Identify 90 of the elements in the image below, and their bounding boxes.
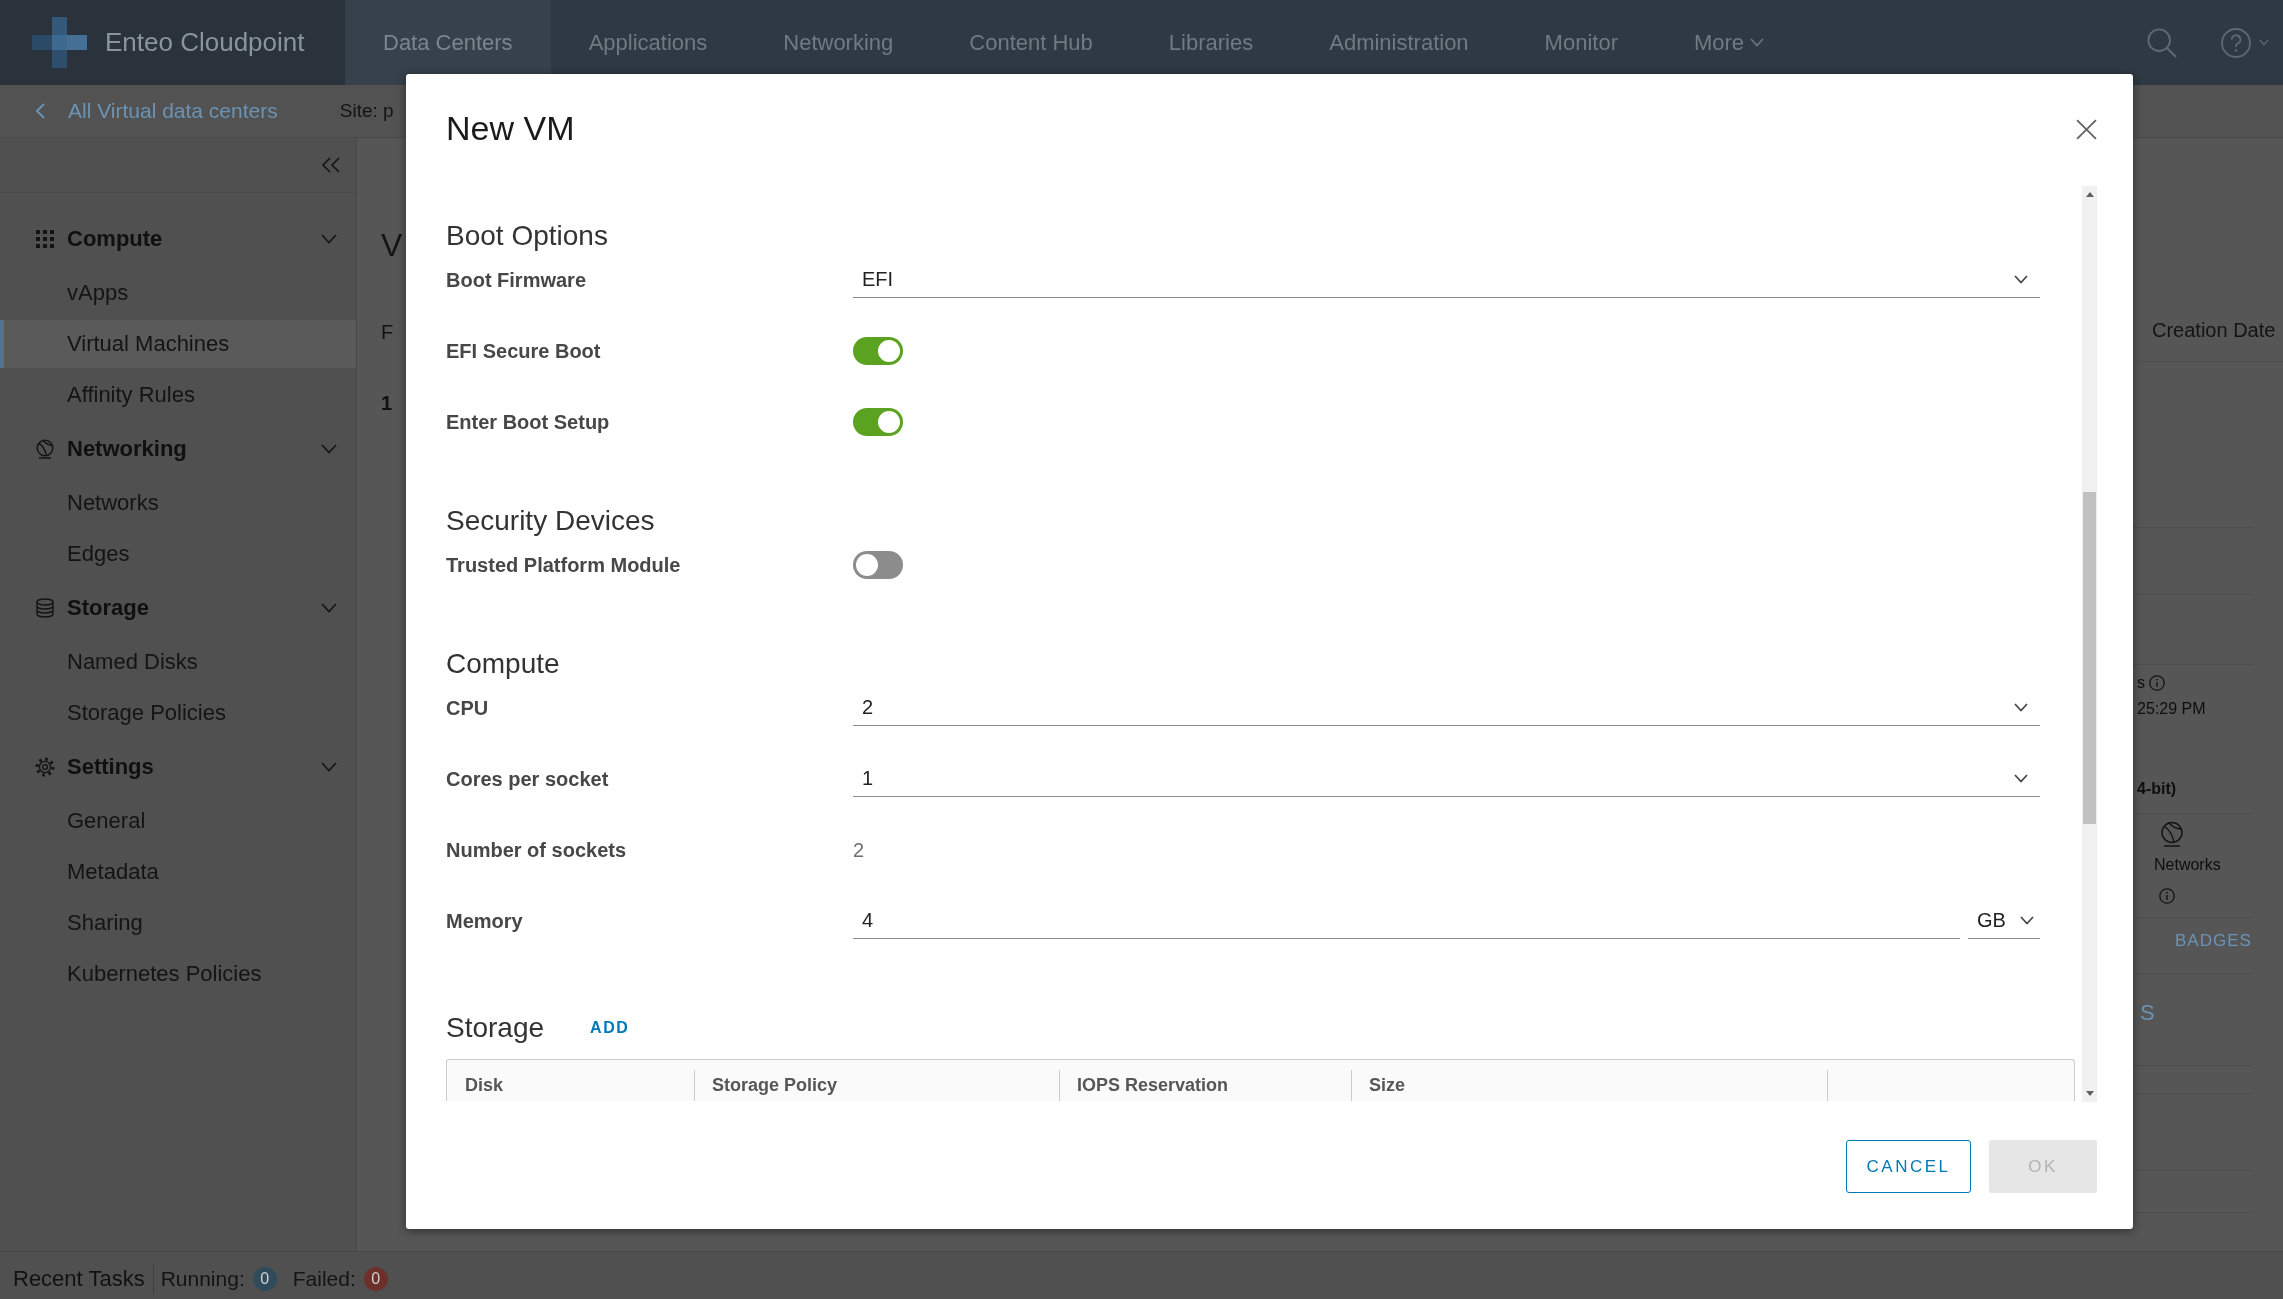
tab-label: S bbox=[2140, 1000, 2155, 1026]
chevron-down-icon bbox=[2014, 275, 2028, 284]
brand-name: Enteo Cloudpoint bbox=[105, 27, 305, 58]
chevron-down-icon bbox=[2259, 39, 2269, 46]
timestamp: 25:29 PM bbox=[2137, 699, 2206, 718]
recent-tasks-label[interactable]: Recent Tasks bbox=[13, 1265, 153, 1292]
scrollbar-thumb[interactable] bbox=[2083, 492, 2096, 824]
section-heading: Compute bbox=[446, 647, 561, 681]
chevron-down-icon bbox=[1750, 38, 1765, 47]
dialog-title: New VM bbox=[446, 108, 575, 148]
field-label: Enter Boot Setup bbox=[446, 410, 610, 434]
collapse-icon[interactable] bbox=[321, 157, 341, 173]
sidebar-item[interactable]: Sharing bbox=[0, 899, 356, 947]
search-icon[interactable] bbox=[2147, 27, 2177, 58]
field-label: Cores per socket bbox=[446, 767, 609, 791]
dropdown-field[interactable]: 2 bbox=[853, 690, 2040, 726]
field-label: EFI Secure Boot bbox=[446, 339, 601, 363]
section-heading: Storage bbox=[446, 1011, 545, 1045]
globe-icon bbox=[2159, 821, 2185, 847]
field-label: CPU bbox=[446, 696, 489, 720]
database-icon bbox=[35, 598, 55, 618]
sidebar-item[interactable]: Edges bbox=[0, 530, 356, 578]
scroll-up-icon[interactable] bbox=[2085, 192, 2094, 197]
nav-tab[interactable]: More bbox=[1655, 0, 1803, 85]
count-badge: 0 bbox=[363, 1266, 388, 1291]
chevron-down-icon bbox=[2014, 703, 2028, 712]
sidebar-group-title[interactable]: Settings bbox=[67, 754, 154, 780]
toggle-switch[interactable] bbox=[853, 408, 903, 436]
detail-label: s bbox=[2137, 673, 2145, 692]
count-badge: 0 bbox=[252, 1266, 277, 1291]
unit-dropdown[interactable]: GB bbox=[1968, 903, 2040, 939]
counter-label: Failed: bbox=[292, 1266, 356, 1291]
sidebar-item[interactable]: Virtual Machines bbox=[0, 320, 356, 368]
grid-icon bbox=[35, 229, 55, 249]
sidebar-group-title[interactable]: Networking bbox=[67, 436, 187, 462]
chevron-down-icon bbox=[2020, 916, 2034, 925]
count-text: 1 bbox=[381, 391, 393, 415]
badges-link[interactable]: BADGES bbox=[2175, 931, 2252, 951]
text: F bbox=[381, 320, 394, 344]
page-title: V bbox=[381, 226, 403, 265]
chevron-icon[interactable] bbox=[321, 444, 337, 454]
sidebar-item[interactable]: Affinity Rules bbox=[0, 371, 356, 419]
breadcrumb-link[interactable]: All Virtual data centers bbox=[68, 99, 278, 123]
field-label: Trusted Platform Module bbox=[446, 553, 681, 577]
dialog-button[interactable]: CANCEL bbox=[1846, 1140, 1971, 1193]
scroll-down-icon[interactable] bbox=[2085, 1091, 2094, 1096]
column-header: IOPS Reservation bbox=[1059, 1060, 1351, 1101]
scrollbar[interactable] bbox=[2082, 186, 2097, 1102]
globe-icon bbox=[35, 439, 55, 459]
column-header: Creation Date bbox=[2152, 318, 2276, 342]
toggle-switch[interactable] bbox=[853, 551, 903, 579]
sidebar-item[interactable]: Storage Policies bbox=[0, 689, 356, 737]
sidebar-item[interactable]: Metadata bbox=[0, 848, 356, 896]
sidebar-item[interactable]: Named Disks bbox=[0, 638, 356, 686]
sidebar-item[interactable]: vApps bbox=[0, 269, 356, 317]
dropdown-field[interactable]: EFI bbox=[853, 262, 2040, 298]
sidebar-item[interactable]: Kubernetes Policies bbox=[0, 950, 356, 998]
dropdown-field[interactable]: 1 bbox=[853, 761, 2040, 797]
close-icon[interactable] bbox=[2076, 119, 2097, 140]
chevron-icon[interactable] bbox=[321, 603, 337, 613]
column-header: Storage Policy bbox=[694, 1060, 1059, 1101]
sidebar-group-title[interactable]: Compute bbox=[67, 226, 163, 252]
toggle-switch[interactable] bbox=[853, 337, 903, 365]
plus-logo-icon bbox=[32, 17, 87, 68]
help-icon[interactable] bbox=[2221, 27, 2251, 58]
section-heading: Boot Options bbox=[446, 219, 609, 253]
chevron-down-icon bbox=[2014, 774, 2028, 783]
site-label: Site: p bbox=[339, 100, 394, 122]
field-value: 2 bbox=[853, 838, 865, 862]
chevron-left-icon[interactable] bbox=[35, 103, 45, 119]
sidebar-item[interactable]: Networks bbox=[0, 479, 356, 527]
section-heading: Security Devices bbox=[446, 504, 656, 538]
sidebar-item[interactable]: General bbox=[0, 797, 356, 845]
field-label: Number of sockets bbox=[446, 838, 627, 862]
input-field[interactable]: 4 bbox=[853, 903, 1960, 939]
counter-label: Running: bbox=[160, 1266, 245, 1291]
field-label: Memory bbox=[446, 909, 523, 933]
detail-value: 4-bit) bbox=[2137, 779, 2177, 798]
add-link[interactable]: ADD bbox=[590, 1019, 630, 1037]
sidebar-group-title[interactable]: Storage bbox=[67, 595, 149, 621]
column-header: Size bbox=[1351, 1060, 1827, 1101]
field-label: Boot Firmware bbox=[446, 268, 587, 292]
networks-label: Networks bbox=[2154, 855, 2221, 874]
info-icon bbox=[2159, 888, 2175, 904]
info-icon bbox=[2149, 674, 2165, 691]
chevron-icon[interactable] bbox=[321, 762, 337, 772]
settings-icon bbox=[35, 757, 55, 777]
chevron-icon[interactable] bbox=[321, 234, 337, 244]
nav-tab[interactable]: Data Centers bbox=[345, 0, 551, 85]
column-header: Disk bbox=[464, 1074, 505, 1097]
